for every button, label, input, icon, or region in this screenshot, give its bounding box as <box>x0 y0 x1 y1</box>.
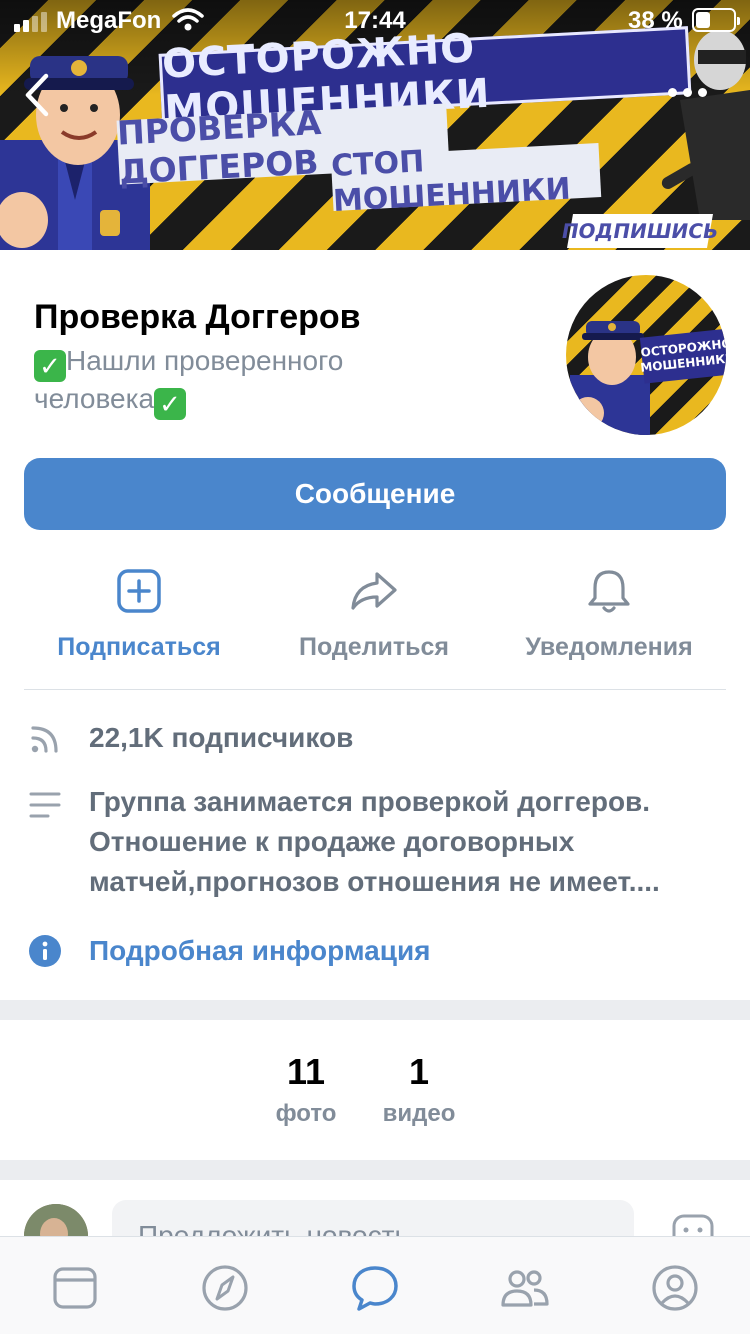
explore-compass-icon[interactable] <box>200 1263 250 1313</box>
section-separator <box>0 1160 750 1180</box>
community-description: Группа занимается проверкой доггеров. От… <box>89 786 660 897</box>
videos-count: 1 <box>408 1051 430 1092</box>
battery-percent: 38 % <box>628 7 683 34</box>
thief-illustration <box>661 30 750 220</box>
notifications-action[interactable]: Уведомления <box>492 566 726 666</box>
feed-icon[interactable] <box>50 1263 100 1313</box>
section-separator <box>0 1000 750 1020</box>
rss-feed-icon <box>31 726 58 753</box>
videos-caption: видео <box>382 1100 456 1127</box>
community-status: ✓ Нашли проверенного человека ✓ <box>34 344 454 420</box>
info-icon <box>29 935 61 967</box>
avatar-caption: ОСТОРОЖНО МОШЕННИКИ <box>640 328 726 384</box>
text-lines-icon <box>29 792 61 818</box>
cover-line2: СТОП МОШЕННИКИ <box>330 144 572 219</box>
more-info-row[interactable]: Подробная информация <box>0 931 750 973</box>
bottom-tab-bar <box>0 1236 750 1334</box>
message-button[interactable]: Сообщение <box>24 458 726 530</box>
bell-icon <box>588 570 630 613</box>
status-bar: MegaFon 17:44 38 % <box>0 0 750 40</box>
community-avatar[interactable]: ОСТОРОЖНО МОШЕННИКИ <box>566 275 726 435</box>
status-text: Нашли проверенного человека <box>34 345 344 414</box>
community-name: Проверка Доггеров <box>34 298 361 336</box>
more-dots-icon[interactable] <box>668 78 712 106</box>
add-square-icon <box>117 569 161 613</box>
policeman-avatar-illustration <box>570 321 650 435</box>
cover-subscribe-tag: ПОДПИШИСЬ <box>560 214 720 248</box>
divider <box>24 689 726 690</box>
cover-line2-banner: СТОП МОШЕННИКИ <box>330 143 602 219</box>
check-mark-icon: ✓ <box>154 388 187 420</box>
notifications-label: Уведомления <box>525 633 693 661</box>
subscribe-label: Подписаться <box>57 633 221 661</box>
battery-level <box>696 12 710 28</box>
subscribers-row[interactable]: 22,1K подписчиков <box>0 718 750 760</box>
share-arrow-icon <box>351 572 397 610</box>
subscribers-count: 22,1K подписчиков <box>89 722 354 753</box>
profile-icon[interactable] <box>650 1263 700 1313</box>
subscribe-action[interactable]: Подписаться <box>22 566 256 666</box>
photos-count: 11 <box>286 1051 326 1092</box>
share-label: Поделиться <box>298 633 450 661</box>
friends-icon[interactable] <box>500 1263 550 1313</box>
cover-subscribe-text: ПОДПИШИСЬ <box>559 219 721 243</box>
videos-counter[interactable]: 1 видео <box>359 1050 479 1128</box>
share-action[interactable]: Поделиться <box>257 566 491 666</box>
more-info-link: Подробная информация <box>89 935 431 966</box>
description-row: Группа занимается проверкой доггеров. От… <box>0 782 750 906</box>
chevron-left-icon[interactable] <box>18 70 58 120</box>
messages-icon[interactable] <box>350 1263 400 1313</box>
photos-caption: фото <box>275 1100 337 1127</box>
photos-counter[interactable]: 11 фото <box>246 1050 366 1128</box>
check-mark-icon: ✓ <box>34 350 66 382</box>
battery-icon <box>692 8 740 32</box>
